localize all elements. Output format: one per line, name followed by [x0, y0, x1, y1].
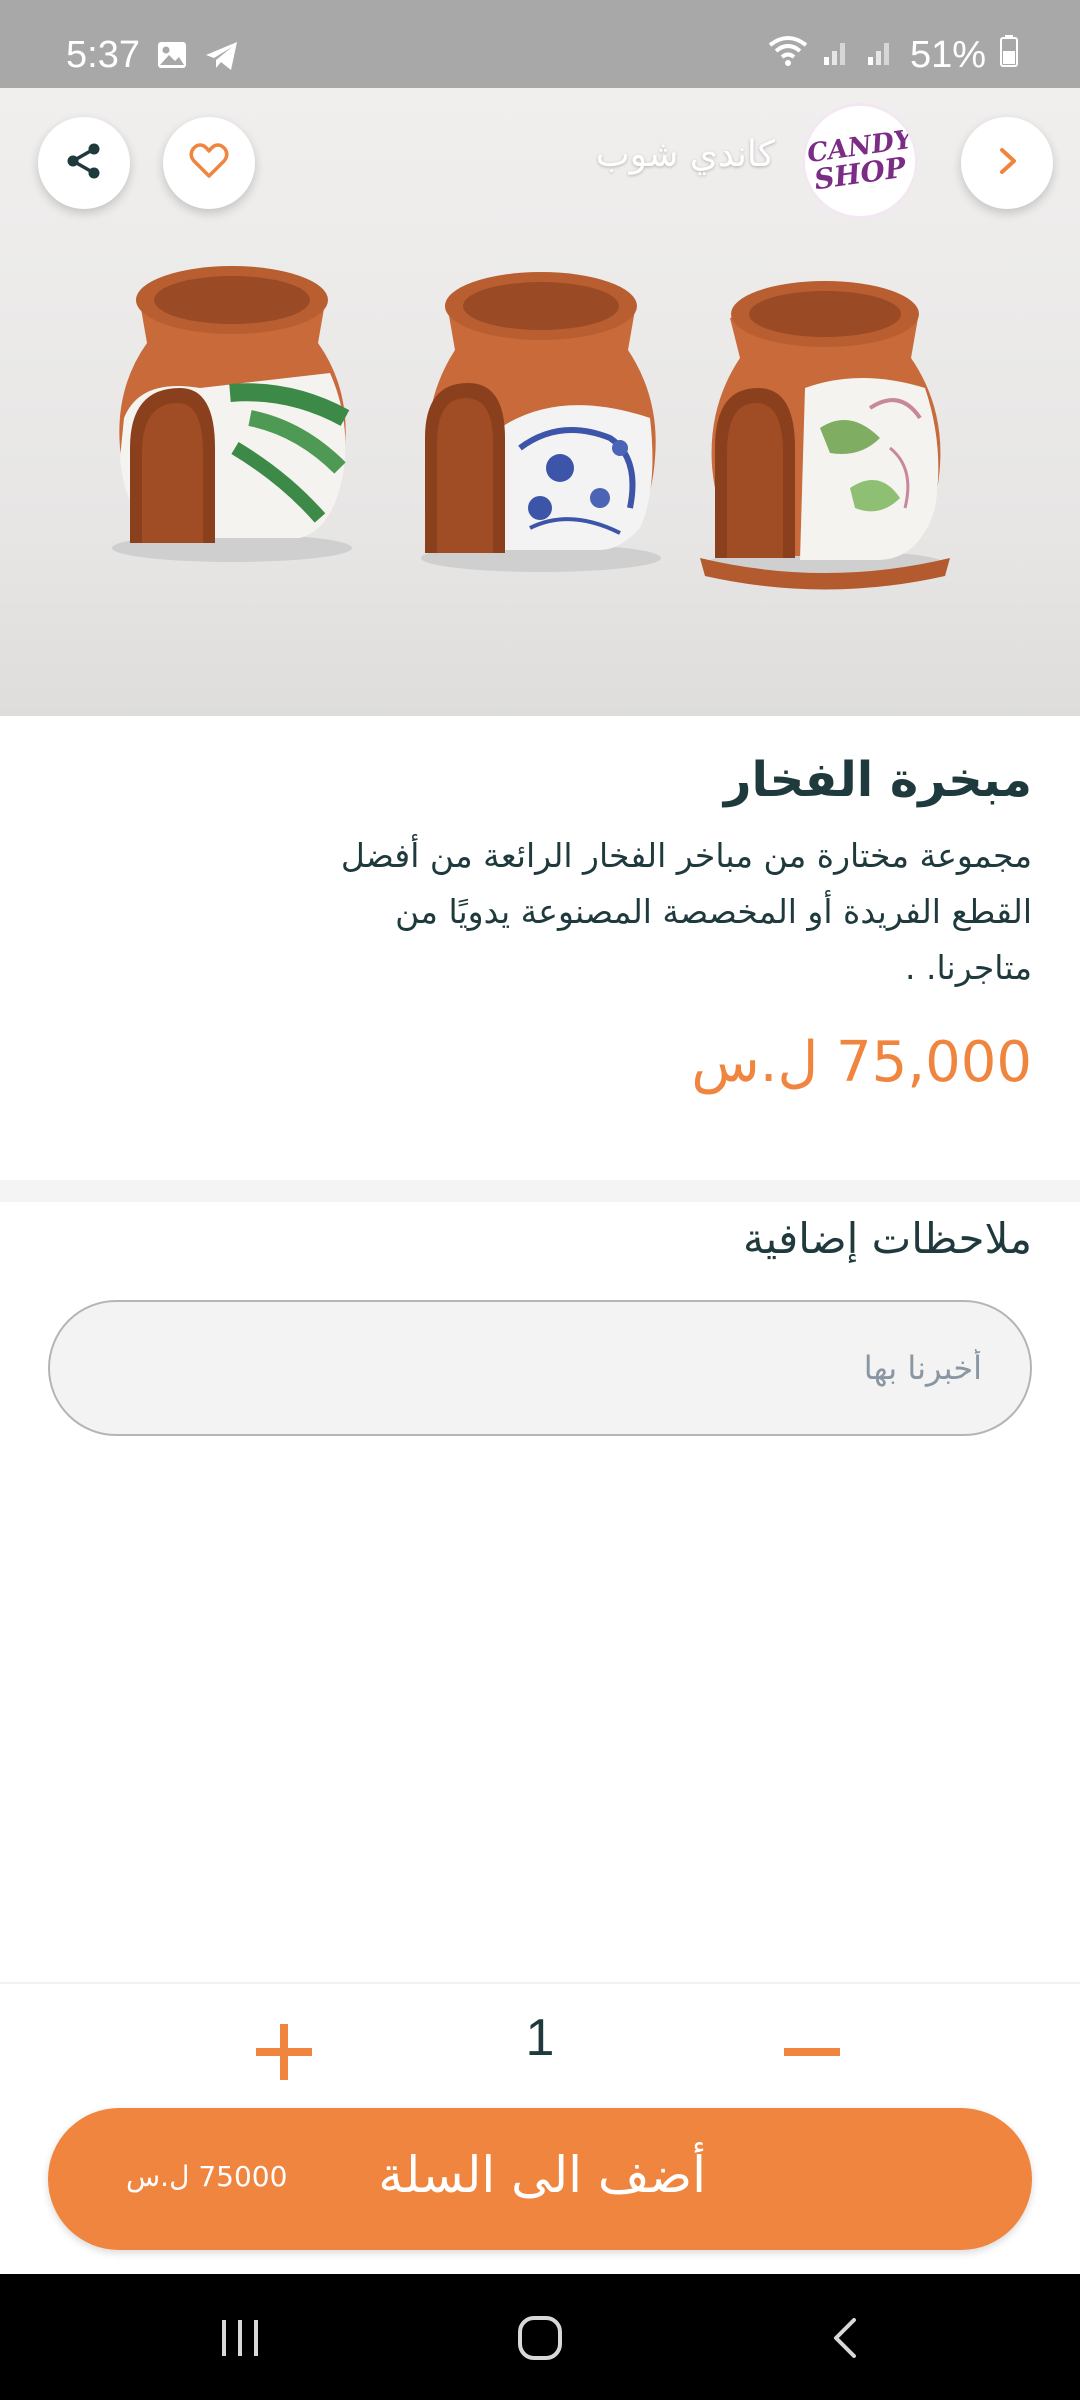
- status-system-icons: 51%: [768, 34, 1018, 77]
- plus-icon: [254, 2022, 314, 2086]
- status-time: 5:37: [66, 34, 140, 76]
- share-icon: [64, 141, 104, 185]
- status-notification-icons: [156, 40, 240, 76]
- price-value: 75,000: [836, 1030, 1032, 1095]
- heart-icon: [189, 143, 229, 183]
- shop-logo[interactable]: CANDY SHOP: [802, 103, 918, 219]
- product-price: 75,000 ل.س: [659, 1030, 1032, 1095]
- product-description: مجموعة مختارة من مباخر الفخار الرائعة من…: [340, 836, 1032, 987]
- signal-icon: [866, 34, 896, 77]
- decrease-quantity-button[interactable]: [776, 2018, 848, 2090]
- battery-text: 51%: [909, 34, 986, 76]
- status-bar: 5:37 51%: [0, 0, 1080, 88]
- add-to-cart-label: أضف الى السلة: [378, 2146, 706, 2204]
- recent-apps-icon[interactable]: [218, 2318, 262, 2362]
- telegram-icon: [204, 40, 240, 76]
- cart-total: 75000 ل.س: [126, 2160, 288, 2193]
- signal-icon: [822, 34, 852, 77]
- chevron-right-icon: [990, 144, 1024, 182]
- battery-icon: [1000, 34, 1018, 77]
- back-button[interactable]: [961, 117, 1053, 209]
- wifi-icon: [768, 34, 808, 77]
- share-button[interactable]: [38, 117, 130, 209]
- back-icon[interactable]: [830, 2316, 860, 2364]
- pottery-burners-illustration: [112, 266, 950, 590]
- section-divider: [0, 1180, 1080, 1202]
- quantity-value: 1: [525, 2009, 555, 2067]
- notes-title: ملاحظات إضافية: [742, 1214, 1032, 1263]
- price-currency: ل.س: [691, 1030, 819, 1095]
- add-to-cart-button[interactable]: 75000 ل.س أضف الى السلة: [48, 2108, 1032, 2250]
- product-image: [0, 88, 1080, 716]
- system-navigation-bar: [0, 2274, 1080, 2400]
- increase-quantity-button[interactable]: [248, 2018, 320, 2090]
- favorite-button[interactable]: [163, 117, 255, 209]
- image-icon: [156, 40, 188, 76]
- product-title: مبخرة الفخار: [723, 752, 1032, 808]
- minus-icon: [782, 2022, 842, 2086]
- shop-name[interactable]: كاندي شوب: [596, 134, 775, 175]
- home-icon[interactable]: [516, 2314, 564, 2366]
- notes-input[interactable]: [48, 1300, 1032, 1436]
